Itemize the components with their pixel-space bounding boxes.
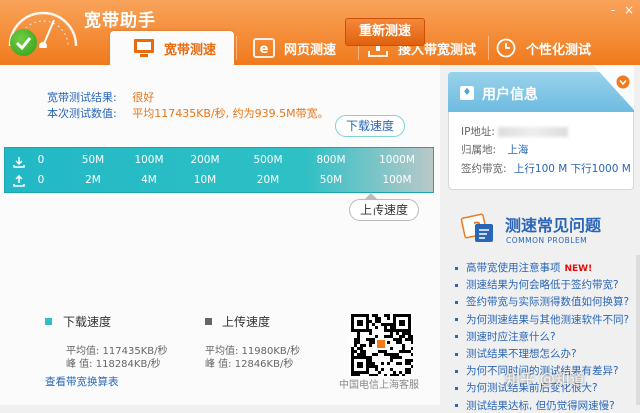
faq-item-label: 测试结果达标, 但仍觉得网速慢? [466,399,615,412]
tab-divider [488,36,489,60]
tab-divider [236,36,237,60]
location-row: 归属地: 上海 [461,142,528,157]
app-header: 宽带助手 - × 宽带测速 e 网页测速 接入带宽测试 个性化测试 [0,0,640,65]
faq-question-icon: ? [460,213,493,242]
faq-item-link[interactable]: 签约带宽与实际测得数值如何换算? [455,294,629,309]
contract-bandwidth-row: 签约带宽: 上行100 M 下行1000 M [461,161,631,176]
faq-item-label: 测速结果为何会略低于签约带宽? [466,279,619,292]
download-tick-label: 100M [134,154,164,166]
browser-e-icon: e [253,38,275,58]
download-tick-label: 200M [190,154,220,166]
ip-value-masked [498,127,569,137]
svg-text:e: e [260,42,269,57]
upload-icon [13,175,25,187]
result-summary: 宽带测试结果: 很好 [47,89,154,105]
faq-item-label: 高带宽使用注意事项 [466,262,561,274]
clock-icon [496,38,516,58]
bubble-pointer [367,203,379,210]
download-stats-title: 下载速度 [63,315,112,329]
ip-address-row: IP地址: [461,124,569,139]
faq-subtitle: COMMON PROBLEM [506,236,588,245]
faq-item-label: 测试结果不理想怎么办? [466,348,577,360]
minimize-button[interactable]: - [606,4,620,16]
tab-personalized-test[interactable]: 个性化测试 [494,31,604,65]
faq-title: 测速常见问题 [505,216,602,235]
sidebar-scrollbar[interactable] [636,255,640,405]
result-detail-label: 本次测试数值: [47,107,117,120]
download-legend-marker [45,318,52,325]
download-tick-label: 1000M [379,154,415,166]
faq-item-link[interactable]: 为何测速结果与其他测速软件不同? [455,312,629,327]
tab-webpage-speed[interactable]: e 网页测速 [252,31,356,65]
download-icon [13,157,25,168]
upload-tick-label: 50M [319,174,343,186]
upload-peak: 峰 值: 12846KB/秒 [205,359,294,370]
download-tick-label: 0 [37,154,45,166]
result-detail: 本次测试数值: 平均117435KB/秒, 约为939.5M带宽。 [47,105,329,121]
faq-item-link[interactable]: 高带宽使用注意事项 NEW! [455,260,592,275]
dropdown-corner-icon[interactable] [594,66,634,110]
upload-tick-label: 2M [85,174,101,186]
faq-item-link[interactable]: 测速时应注意什么? [455,329,556,344]
download-tick-label: 800M [316,154,346,166]
upload-tick-label: 10M [193,174,217,186]
new-badge: NEW! [564,264,593,274]
faq-item-link[interactable]: 测试结果达标, 但仍觉得网速慢? [455,398,615,413]
faq-item-label: 测速时应注意什么? [466,330,556,343]
upload-stats-title: 上传速度 [222,315,271,329]
tab-label: 网页测速 [284,42,337,58]
user-info-icon: ♦ [460,86,474,100]
monitor-icon [134,39,154,57]
result-detail-value: 平均117435KB/秒, 约为939.5M带宽。 [132,107,329,120]
speed-bar: 0 50M 100M 200M 500M 800M 1000M 0 2M 4M 10M 20M 50M… [4,147,434,193]
location-value: 上海 [507,144,529,156]
tab-label: 宽带测速 [164,42,217,58]
download-tick-label: 500M [253,154,283,166]
faq-item-label: 签约带宽与实际测得数值如何换算? [466,296,630,309]
retest-button[interactable]: 重新测速 [345,18,425,46]
bandwidth-conversion-link[interactable]: 查看带宽换算表 [45,374,119,389]
upload-tick-label: 20M [256,174,280,186]
location-label: 归属地: [461,144,497,156]
result-label: 宽带测试结果: [47,91,117,104]
faq-item-link[interactable]: 测速结果为何会略低于签约带宽? [455,277,619,292]
faq-item-label: 为何测速结果与其他测速软件不同? [466,313,630,326]
qr-code-image [349,312,414,377]
upload-tick-label: 4M [141,174,157,186]
upload-speed-bubble: 上传速度 [349,199,420,221]
upload-legend-marker [205,318,212,325]
qr-caption: 中国电信上海客服 [339,380,419,391]
bandwidth-value: 上行100 M 下行1000 M [513,163,631,175]
download-tick-label: 50M [81,154,105,166]
close-button[interactable]: × [622,4,636,16]
tab-label: 个性化测试 [526,42,592,58]
upload-tick-label: 0 [37,174,45,186]
watermark-text: 知乎 @知道 [505,370,585,388]
tab-broadband-speed[interactable]: 宽带测速 [110,31,234,65]
faq-item-link[interactable]: 测试结果不理想怎么办? [455,346,577,361]
app-title: 宽带助手 [84,11,156,31]
download-speed-bubble: 下载速度 [335,115,406,137]
upload-tick-label: 100M [382,174,412,186]
result-value: 很好 [132,91,155,104]
bandwidth-label: 签约带宽: [461,163,507,175]
ip-label: IP地址: [461,126,495,138]
user-info-title: 用户信息 [482,87,538,103]
success-check-icon [10,29,37,56]
download-peak: 峰 值: 118284KB/秒 [66,359,161,370]
